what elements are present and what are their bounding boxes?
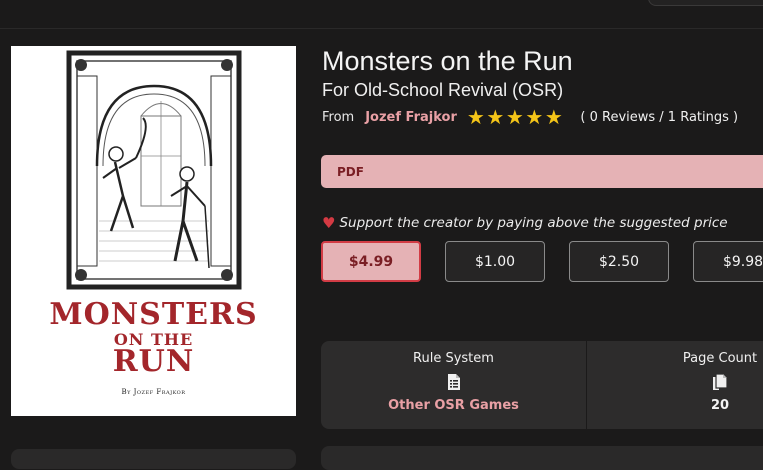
star-icon: ★: [486, 105, 505, 129]
author-link[interactable]: Jozef Frajkor: [365, 110, 457, 125]
copy-pages-icon: [587, 373, 763, 393]
rule-system-info: Rule System Other OSR Games: [321, 351, 586, 413]
price-button-option[interactable]: $2.50: [569, 241, 669, 282]
from-label: From: [322, 109, 355, 125]
rule-system-label: Rule System: [413, 351, 494, 366]
cover-title-line3: RUN: [112, 344, 195, 379]
price-button-option[interactable]: $9.98: [693, 241, 763, 282]
support-creator-note: ♥ Support the creator by paying above th…: [322, 214, 728, 232]
star-icon: ★: [466, 105, 485, 129]
top-search-box[interactable]: [648, 0, 763, 6]
author-rating-row: From Jozef Frajkor ★ ★ ★ ★ ★ ( 0 Reviews…: [322, 106, 738, 128]
page-count-info: Page Count 20: [587, 351, 763, 413]
ratings-count[interactable]: ( 0 Reviews / 1 Ratings ): [580, 110, 738, 125]
star-icon: ★: [544, 105, 563, 129]
star-rating[interactable]: ★ ★ ★ ★ ★: [467, 107, 565, 127]
page-count-label: Page Count: [682, 351, 758, 366]
star-icon: ★: [505, 105, 524, 129]
star-icon: ★: [525, 105, 544, 129]
price-button-option[interactable]: $1.00: [445, 241, 545, 282]
list-document-icon: [321, 373, 586, 393]
support-text: Support the creator by paying above the …: [339, 215, 728, 231]
cover-title-line1: MONSTERS: [49, 297, 258, 332]
product-subtitle: For Old-School Revival (OSR): [322, 80, 564, 100]
price-button-suggested[interactable]: $4.99: [321, 241, 421, 282]
header-divider: [0, 28, 763, 29]
format-label: PDF: [337, 164, 364, 179]
page-count-value: 20: [710, 398, 730, 413]
rule-system-link[interactable]: Other OSR Games: [321, 398, 586, 413]
format-selector-pdf[interactable]: PDF: [321, 155, 763, 188]
lower-panel-left: [11, 449, 296, 469]
lower-panel-right: [321, 446, 763, 470]
product-title: Monsters on the Run: [322, 46, 573, 76]
heart-icon: ♥: [322, 214, 336, 232]
cover-byline: By Jozef Frajkor: [121, 388, 186, 396]
product-cover-image[interactable]: MONSTERS ON THE RUN By Jozef Frajkor: [11, 46, 296, 416]
